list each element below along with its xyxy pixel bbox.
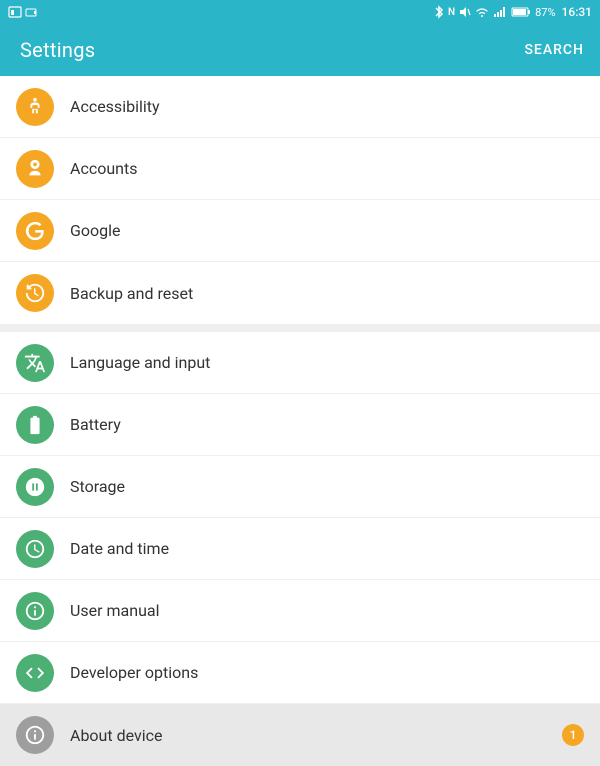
section-2: Language and input Battery Storage Date … — [0, 332, 600, 766]
accounts-label: Accounts — [70, 159, 137, 178]
about-label: About device — [70, 726, 162, 745]
settings-item-manual[interactable]: User manual — [0, 580, 600, 642]
storage-icon — [16, 468, 54, 506]
backup-icon — [16, 274, 54, 312]
storage-label: Storage — [70, 477, 125, 496]
settings-item-battery[interactable]: Battery — [0, 394, 600, 456]
status-right-icons: N 87% 16:31 — [434, 5, 592, 19]
status-time: 16:31 — [562, 5, 592, 19]
settings-item-developer[interactable]: Developer options — [0, 642, 600, 704]
developer-label: Developer options — [70, 663, 198, 682]
language-label: Language and input — [70, 353, 210, 372]
settings-item-storage[interactable]: Storage — [0, 456, 600, 518]
search-button[interactable]: SEARCH — [524, 42, 584, 58]
manual-label: User manual — [70, 601, 160, 620]
settings-item-language[interactable]: Language and input — [0, 332, 600, 394]
datetime-label: Date and time — [70, 539, 169, 558]
settings-item-accessibility[interactable]: Accessibility — [0, 76, 600, 138]
settings-item-datetime[interactable]: Date and time — [0, 518, 600, 580]
accessibility-label: Accessibility — [70, 97, 160, 116]
google-icon — [16, 212, 54, 250]
settings-list: Accessibility Accounts Google Backup and… — [0, 76, 600, 766]
settings-item-accounts[interactable]: Accounts — [0, 138, 600, 200]
status-left-icons — [8, 6, 37, 18]
settings-item-backup[interactable]: Backup and reset — [0, 262, 600, 324]
about-badge: 1 — [562, 724, 584, 746]
battery-percent: 87% — [535, 6, 555, 19]
settings-item-google[interactable]: Google — [0, 200, 600, 262]
battery-label: Battery — [70, 415, 121, 434]
datetime-icon — [16, 530, 54, 568]
google-label: Google — [70, 221, 121, 240]
status-bar: N 87% 16:31 — [0, 0, 600, 24]
page-title: Settings — [20, 38, 95, 62]
about-icon — [16, 716, 54, 754]
developer-icon — [16, 654, 54, 692]
accessibility-icon — [16, 88, 54, 126]
manual-icon — [16, 592, 54, 630]
section-1: Accessibility Accounts Google Backup and… — [0, 76, 600, 324]
accounts-icon — [16, 150, 54, 188]
settings-item-about[interactable]: About device 1 — [0, 704, 600, 766]
backup-label: Backup and reset — [70, 284, 193, 303]
battery-icon — [16, 406, 54, 444]
section-divider — [0, 324, 600, 332]
language-icon — [16, 344, 54, 382]
header: Settings SEARCH — [0, 24, 600, 76]
